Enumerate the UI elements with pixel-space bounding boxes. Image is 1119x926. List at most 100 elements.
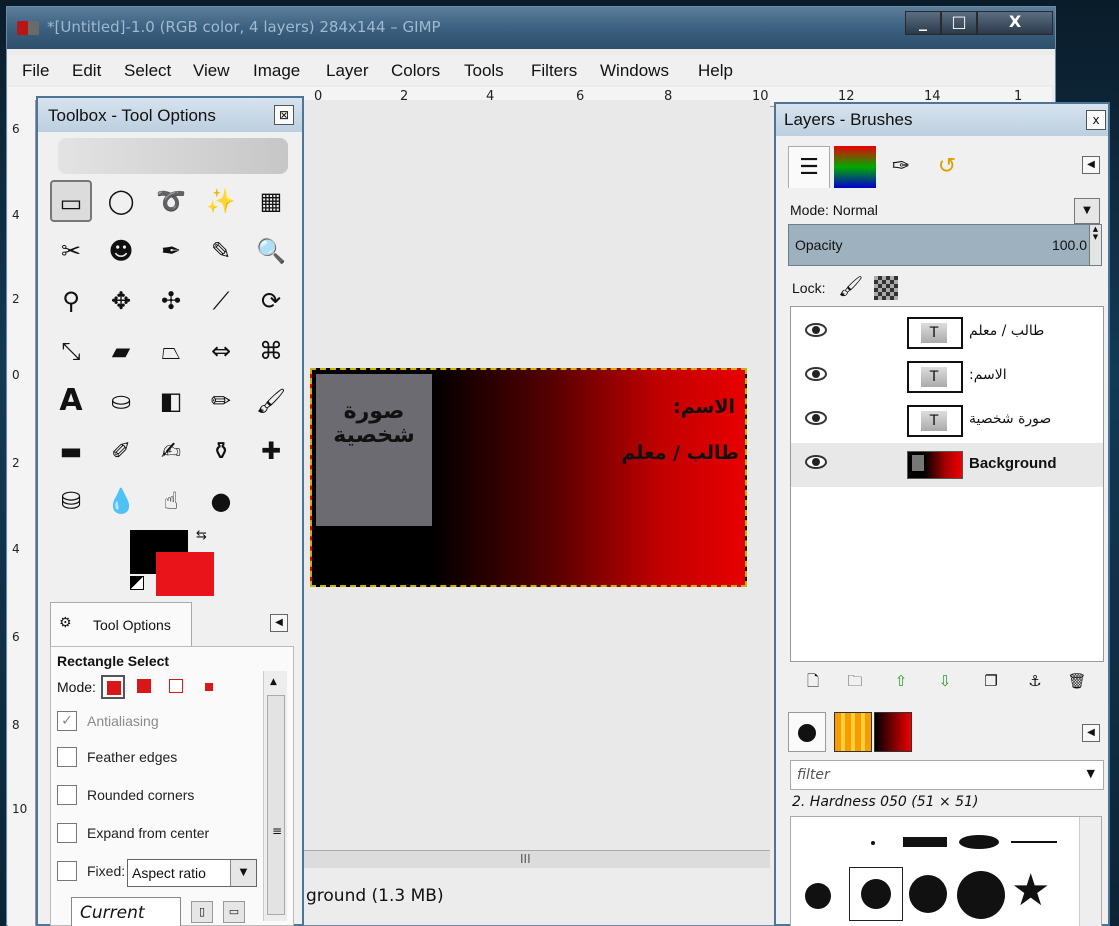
- new-layer-icon[interactable]: 🗋: [802, 670, 824, 692]
- brush-item[interactable]: [959, 835, 999, 849]
- menu-colors[interactable]: Colors: [391, 61, 440, 81]
- tab-gradients[interactable]: [874, 712, 912, 752]
- toolbox-close-icon[interactable]: ⊠: [274, 105, 294, 125]
- fixed-checkbox[interactable]: [57, 861, 77, 881]
- horizontal-scrollbar[interactable]: III: [300, 850, 770, 868]
- scroll-thumb[interactable]: ≡: [267, 695, 285, 915]
- bucket-fill-tool-icon[interactable]: ⛀: [100, 380, 142, 422]
- lock-pixels-icon[interactable]: 🖌: [838, 274, 863, 298]
- measure-tool-icon[interactable]: ⚲: [50, 280, 92, 322]
- visibility-eye-icon[interactable]: [805, 367, 827, 381]
- opacity-slider[interactable]: Opacity 100.0 ▲ ▼: [788, 224, 1102, 266]
- pencil-tool-icon[interactable]: ✏: [200, 380, 242, 422]
- swap-colors-icon[interactable]: ⇆: [196, 528, 207, 543]
- delete-layer-icon[interactable]: 🗑: [1066, 670, 1088, 692]
- shear-tool-icon[interactable]: ▰: [100, 330, 142, 372]
- brush-scrollbar[interactable]: [1079, 817, 1101, 926]
- panel-menu-icon[interactable]: ◀: [1082, 156, 1100, 174]
- layers-close-icon[interactable]: x: [1086, 110, 1106, 130]
- clone-tool-icon[interactable]: ⚱: [200, 430, 242, 472]
- mode-subtract-button[interactable]: [165, 675, 189, 699]
- layer-mode-select[interactable]: Mode: Normal ▼: [784, 196, 1102, 226]
- cage-transform-tool-icon[interactable]: ⌘: [250, 330, 292, 372]
- maximize-button[interactable]: □: [941, 11, 977, 35]
- tab-paths-icon[interactable]: ✑: [880, 146, 922, 188]
- eraser-tool-icon[interactable]: ▬: [50, 430, 92, 472]
- layer-row[interactable]: T صورة شخصية: [791, 399, 1103, 443]
- rounded-corners-checkbox[interactable]: [57, 785, 77, 805]
- menu-layer[interactable]: Layer: [326, 61, 369, 81]
- move-tool-icon[interactable]: ✥: [100, 280, 142, 322]
- new-layer-group-icon[interactable]: 🗀: [844, 670, 866, 692]
- visibility-eye-icon[interactable]: [805, 455, 827, 469]
- menu-windows[interactable]: Windows: [600, 61, 669, 81]
- layer-row-selected[interactable]: Background: [791, 443, 1103, 487]
- menu-edit[interactable]: Edit: [72, 61, 101, 81]
- tab-channels-icon[interactable]: [834, 146, 876, 188]
- close-button[interactable]: X: [977, 11, 1053, 35]
- free-select-tool-icon[interactable]: ➰: [150, 180, 192, 222]
- menu-filters[interactable]: Filters: [531, 61, 577, 81]
- scroll-up-icon[interactable]: ▲: [270, 677, 277, 687]
- paintbrush-tool-icon[interactable]: 🖌: [250, 380, 292, 422]
- background-color-swatch[interactable]: [156, 552, 214, 596]
- brush-item[interactable]: [861, 879, 891, 909]
- menu-file[interactable]: File: [22, 61, 49, 81]
- brush-filter-input[interactable]: filter ▼: [790, 760, 1104, 790]
- brush-item[interactable]: [909, 875, 947, 913]
- tab-patterns[interactable]: [834, 712, 872, 752]
- feather-edges-checkbox[interactable]: [57, 747, 77, 767]
- lower-layer-icon[interactable]: ⇩: [934, 670, 956, 692]
- visibility-eye-icon[interactable]: [805, 411, 827, 425]
- menu-image[interactable]: Image: [253, 61, 300, 81]
- title-bar[interactable]: *[Untitled]-1.0 (RGB color, 4 layers) 28…: [7, 7, 1055, 49]
- layer-row[interactable]: T طالب / معلم: [791, 311, 1103, 355]
- mode-replace-button[interactable]: [101, 675, 125, 699]
- brush-item[interactable]: [805, 883, 831, 909]
- menu-select[interactable]: Select: [124, 61, 171, 81]
- tab-menu-icon[interactable]: ◀: [270, 614, 288, 632]
- portrait-icon[interactable]: ▯: [191, 901, 213, 923]
- tab-tool-options[interactable]: ⚙ Tool Options: [50, 602, 192, 646]
- fixed-mode-select[interactable]: Aspect ratio ▼: [127, 859, 257, 887]
- fuzzy-select-tool-icon[interactable]: ✨: [200, 180, 242, 222]
- layer-row[interactable]: T الاسم:: [791, 355, 1103, 399]
- lock-alpha-icon[interactable]: [874, 276, 898, 300]
- ellipse-select-tool-icon[interactable]: ◯: [100, 180, 142, 222]
- menu-tools[interactable]: Tools: [464, 61, 504, 81]
- tab-brushes[interactable]: [788, 712, 826, 752]
- select-by-color-tool-icon[interactable]: ▦: [250, 180, 292, 222]
- blend-tool-icon[interactable]: ◧: [150, 380, 192, 422]
- vertical-ruler[interactable]: 6 4 2 0 2 4 6 8 10: [8, 100, 36, 926]
- rect-select-tool-icon[interactable]: ▭: [50, 180, 92, 222]
- landscape-icon[interactable]: ▭: [223, 901, 245, 923]
- zoom-tool-icon[interactable]: 🔍: [250, 230, 292, 272]
- color-picker-tool-icon[interactable]: ✎: [200, 230, 242, 272]
- duplicate-layer-icon[interactable]: ❐: [980, 670, 1002, 692]
- menu-help[interactable]: Help: [698, 61, 733, 81]
- minimize-button[interactable]: _: [905, 11, 941, 35]
- photo-placeholder[interactable]: صورة شخصية: [316, 374, 432, 526]
- rotate-tool-icon[interactable]: ⟳: [250, 280, 292, 322]
- align-tool-icon[interactable]: ✣: [150, 280, 192, 322]
- mode-add-button[interactable]: [133, 675, 157, 699]
- perspective-clone-tool-icon[interactable]: ⛁: [50, 480, 92, 522]
- visibility-eye-icon[interactable]: [805, 323, 827, 337]
- antialiasing-checkbox[interactable]: ✓: [57, 711, 77, 731]
- flip-tool-icon[interactable]: ⇔: [200, 330, 242, 372]
- expand-from-center-checkbox[interactable]: [57, 823, 77, 843]
- brush-item[interactable]: [957, 871, 1005, 919]
- ink-tool-icon[interactable]: ✍: [150, 430, 192, 472]
- image-canvas[interactable]: صورة شخصية الاسم: طالب / معلم: [310, 368, 747, 587]
- scissors-tool-icon[interactable]: ✂: [50, 230, 92, 272]
- brush-grid[interactable]: ★: [790, 816, 1102, 926]
- raise-layer-icon[interactable]: ⇧: [890, 670, 912, 692]
- current-field[interactable]: Current: [71, 897, 181, 926]
- perspective-tool-icon[interactable]: ⏢: [150, 330, 192, 372]
- crop-tool-icon[interactable]: ⟋: [200, 280, 242, 322]
- star-brush-icon[interactable]: ★: [1011, 867, 1050, 915]
- smudge-tool-icon[interactable]: ☝: [150, 480, 192, 522]
- panel-menu-icon[interactable]: ◀: [1082, 724, 1100, 742]
- brush-item[interactable]: [1011, 841, 1057, 843]
- mode-intersect-button[interactable]: [197, 675, 221, 699]
